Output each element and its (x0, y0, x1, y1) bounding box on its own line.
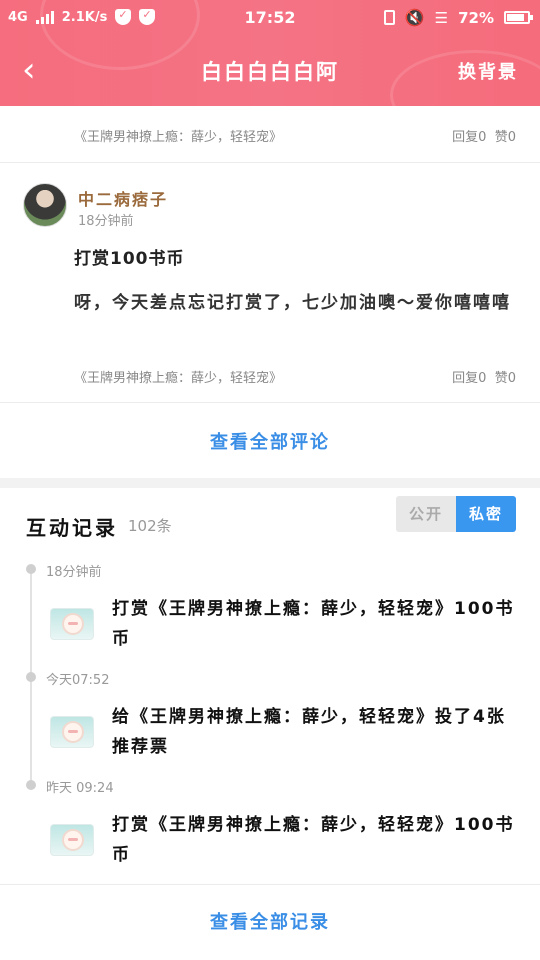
reply-count[interactable]: 回复0 (452, 371, 486, 386)
timeline-time: 18分钟前 (46, 565, 102, 580)
timeline-time: 昨天 09:24 (46, 781, 114, 796)
divider (0, 162, 540, 163)
timeline-text[interactable]: 给《王牌男神撩上瘾：薛少，轻轻宠》投了4张推荐票 (112, 702, 516, 762)
comment-username[interactable]: 中二病痞子 (78, 186, 168, 210)
sim-icon (383, 10, 395, 25)
timeline-dot (26, 564, 36, 574)
avatar[interactable] (23, 183, 67, 227)
timeline-time: 今天07:52 (46, 673, 110, 688)
comment-stats: 回复0 赞0 (452, 126, 516, 145)
header-bar: 4G 2.1K/s 17:52 🔇 ☰ 72% ‹ 白白白白白阿 换背景 (0, 0, 540, 106)
mute-icon: 🔇 (404, 8, 425, 27)
timeline-dot (26, 780, 36, 790)
like-count[interactable]: 赞0 (495, 130, 516, 145)
book-cover-thumbnail[interactable] (50, 824, 94, 856)
timeline-text[interactable]: 打赏《王牌男神撩上瘾：薛少，轻轻宠》100书币 (112, 594, 516, 654)
comment-stats: 回复0 赞0 (452, 367, 516, 386)
section-title: 互动记录 (26, 516, 118, 540)
view-all-comments-button[interactable]: 查看全部评论 (0, 428, 540, 454)
private-tab[interactable]: 私密 (456, 496, 516, 532)
reply-count[interactable]: 回复0 (452, 130, 486, 145)
battery-level: 72% (458, 8, 494, 27)
change-background-button[interactable]: 换背景 (458, 58, 518, 84)
record-count: 102条 (128, 517, 172, 535)
like-count[interactable]: 赞0 (495, 371, 516, 386)
book-cover-thumbnail[interactable] (50, 716, 94, 748)
comment-time: 18分钟前 (78, 214, 134, 229)
book-cover-thumbnail[interactable] (50, 608, 94, 640)
wifi-icon: ☰ (434, 8, 449, 27)
comment-book-title[interactable]: 《王牌男神撩上瘾：薛少，轻轻宠》 (74, 126, 282, 145)
comment-text: 呀，今天差点忘记打赏了，七少加油噢～爱你嘻嘻嘻 (74, 293, 511, 313)
timeline-text[interactable]: 打赏《王牌男神撩上瘾：薛少，轻轻宠》100书币 (112, 810, 516, 870)
comment-text-line: 打赏100书币 (74, 249, 185, 269)
comment-meta: 《王牌男神撩上瘾：薛少，轻轻宠》 回复0 赞0 (0, 126, 540, 146)
battery-icon (504, 11, 533, 24)
comment-book-title[interactable]: 《王牌男神撩上瘾：薛少，轻轻宠》 (74, 367, 282, 386)
comment-meta: 《王牌男神撩上瘾：薛少，轻轻宠》 回复0 赞0 (0, 367, 540, 387)
section-gap (0, 478, 540, 488)
status-bar: 4G 2.1K/s 17:52 🔇 ☰ 72% (0, 0, 540, 36)
visibility-toggle: 公开 私密 (396, 496, 516, 532)
divider (0, 884, 540, 885)
view-all-records-button[interactable]: 查看全部记录 (0, 908, 540, 934)
divider (0, 402, 540, 403)
public-tab[interactable]: 公开 (396, 496, 456, 532)
timeline-dot (26, 672, 36, 682)
